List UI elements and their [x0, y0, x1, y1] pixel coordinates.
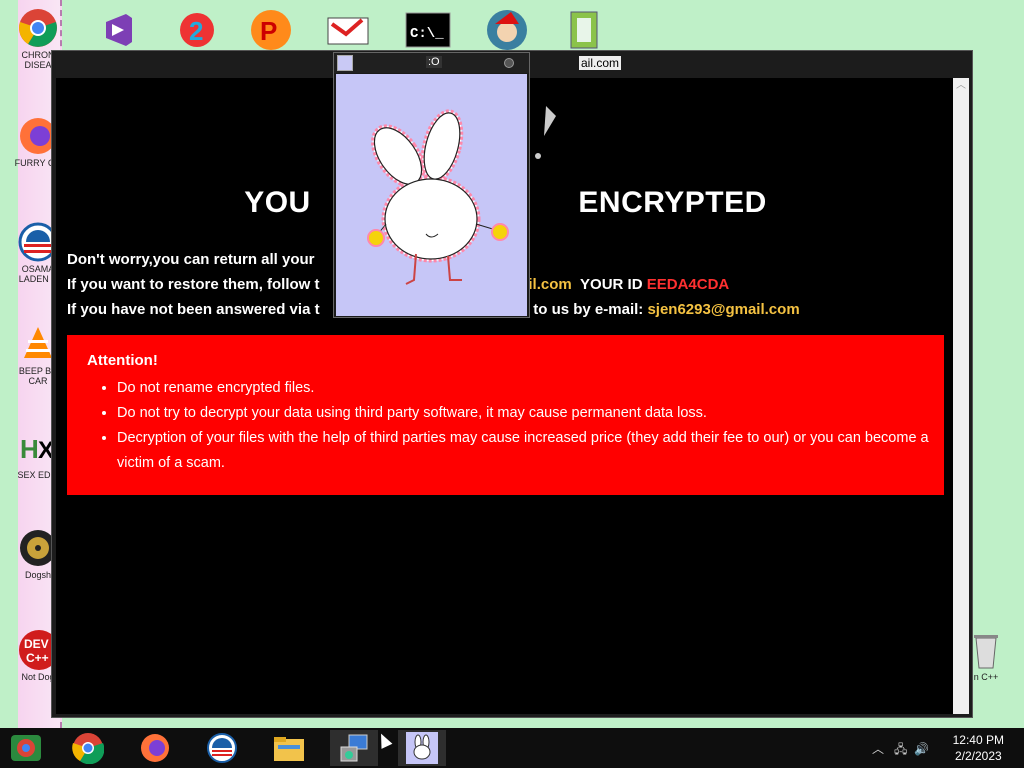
scroll-up-arrow-icon[interactable]: ︿ [953, 78, 969, 94]
attention-item: Decryption of your files with the help o… [117, 426, 937, 476]
obama-icon [207, 733, 237, 763]
svg-text:C:\_: C:\_ [410, 26, 444, 42]
network-icon[interactable]: 🖧 [894, 742, 907, 756]
cmd-icon[interactable]: C:\_ [405, 8, 451, 52]
window-title: ail.com [579, 56, 622, 70]
svg-text:2: 2 [189, 16, 203, 46]
taskbar-start-button[interactable] [2, 730, 50, 766]
bunny-popup-window[interactable]: :O [333, 52, 530, 318]
attention-title: Attention! [87, 352, 158, 369]
clock-date: 2/2/2023 [954, 749, 1002, 763]
line3-text: If you have not been answered via t [67, 301, 320, 318]
line2-text: If you want to restore them, follow t [67, 276, 320, 293]
santa-icon[interactable] [484, 8, 530, 52]
victim-id: EEDA4CDA [646, 276, 730, 293]
logo-icon [535, 106, 556, 159]
taskbar-network-app[interactable] [330, 730, 378, 766]
popup-button-icon[interactable] [504, 58, 514, 68]
headline-right: ENCRYPTED [578, 186, 767, 219]
chrome-icon [18, 8, 58, 48]
bunny-icon [367, 109, 509, 285]
taskbar-file-explorer[interactable] [265, 730, 313, 766]
system-tray[interactable]: ︿ 🖧 🔊 [872, 740, 929, 761]
taskbar-bunny-app[interactable] [398, 730, 446, 766]
tray-chevron-up-icon[interactable]: ︿ [872, 742, 884, 756]
volume-icon[interactable]: 🔊 [914, 742, 929, 756]
svg-text:H: H [20, 434, 39, 464]
start-icon [11, 735, 41, 761]
attention-item: Do not rename encrypted files. [117, 376, 937, 401]
headline-left: YOU [244, 186, 311, 219]
taskbar-firefox[interactable] [131, 730, 179, 766]
bunny-popup-title: :O [426, 56, 442, 68]
vertical-scrollbar[interactable]: ︿ [953, 78, 969, 714]
quiz-icon[interactable]: 2 [174, 8, 220, 52]
bunny-app-icon [406, 732, 438, 764]
notepad-icon[interactable] [560, 8, 606, 52]
clock-time: 12:40 PM [952, 733, 1004, 747]
taskbar: ︿ 🖧 🔊 12:40 PM 2/2/2023 [0, 728, 1024, 768]
contact-email: sjen6293@gmail.com [647, 301, 800, 318]
ransom-line-1: Don't worry,you can return all your [67, 251, 315, 268]
network-app-icon [340, 734, 368, 762]
taskbar-obama[interactable] [198, 730, 246, 766]
bunny-popup-titlebar[interactable]: :O [334, 53, 529, 73]
line3-mid: ite to us by e-mail: [511, 301, 644, 318]
attention-list: Do not rename encrypted files. Do not tr… [87, 376, 937, 476]
pinball-icon[interactable]: P [248, 8, 294, 52]
your-id-label: YOUR ID [580, 276, 643, 293]
svg-text:P: P [260, 16, 277, 46]
bunny-app-icon [337, 55, 353, 71]
bunny-image [336, 74, 527, 316]
chrome-icon [72, 733, 104, 764]
paint-icon[interactable] [325, 8, 371, 52]
attention-item: Do not try to decrypt your data using th… [117, 401, 937, 426]
file-explorer-icon [274, 737, 304, 761]
firefox-icon [141, 734, 169, 762]
taskbar-chrome[interactable] [64, 730, 112, 766]
visual-studio-icon[interactable] [95, 8, 141, 52]
svg-text:DEV: DEV [24, 637, 49, 651]
attention-box: Attention! Do not rename encrypted files… [67, 335, 944, 495]
taskbar-clock[interactable]: 12:40 PM 2/2/2023 [953, 732, 1004, 764]
svg-text:C++: C++ [26, 651, 49, 665]
